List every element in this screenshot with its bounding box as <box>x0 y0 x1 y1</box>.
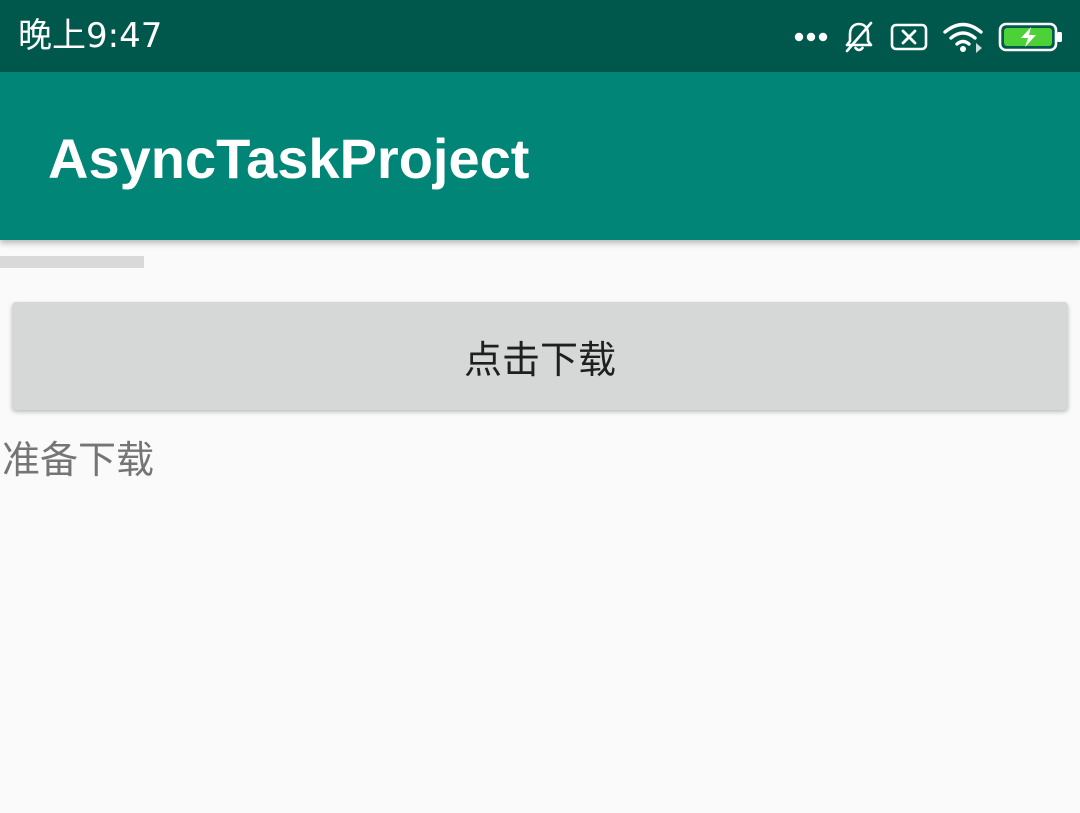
screen: 晚上9:47 AsyncTaskProject 点击下载 准备下载 <box>0 0 1080 813</box>
app-title: AsyncTaskProject <box>48 127 530 190</box>
status-time: 晚上9:47 <box>18 16 163 56</box>
status-icons <box>780 16 1064 58</box>
app-bar: AsyncTaskProject <box>0 72 1080 240</box>
status-bar: 晚上9:47 <box>0 0 1080 72</box>
sim-disabled-icon <box>890 22 928 52</box>
more-dots-icon <box>794 31 828 43</box>
wifi-icon <box>942 21 984 53</box>
battery-charging-icon <box>998 22 1064 52</box>
download-status-text: 准备下载 <box>2 438 155 482</box>
download-button[interactable]: 点击下载 <box>12 302 1068 410</box>
notifications-off-icon <box>842 20 876 54</box>
download-progress-bar <box>0 256 144 268</box>
